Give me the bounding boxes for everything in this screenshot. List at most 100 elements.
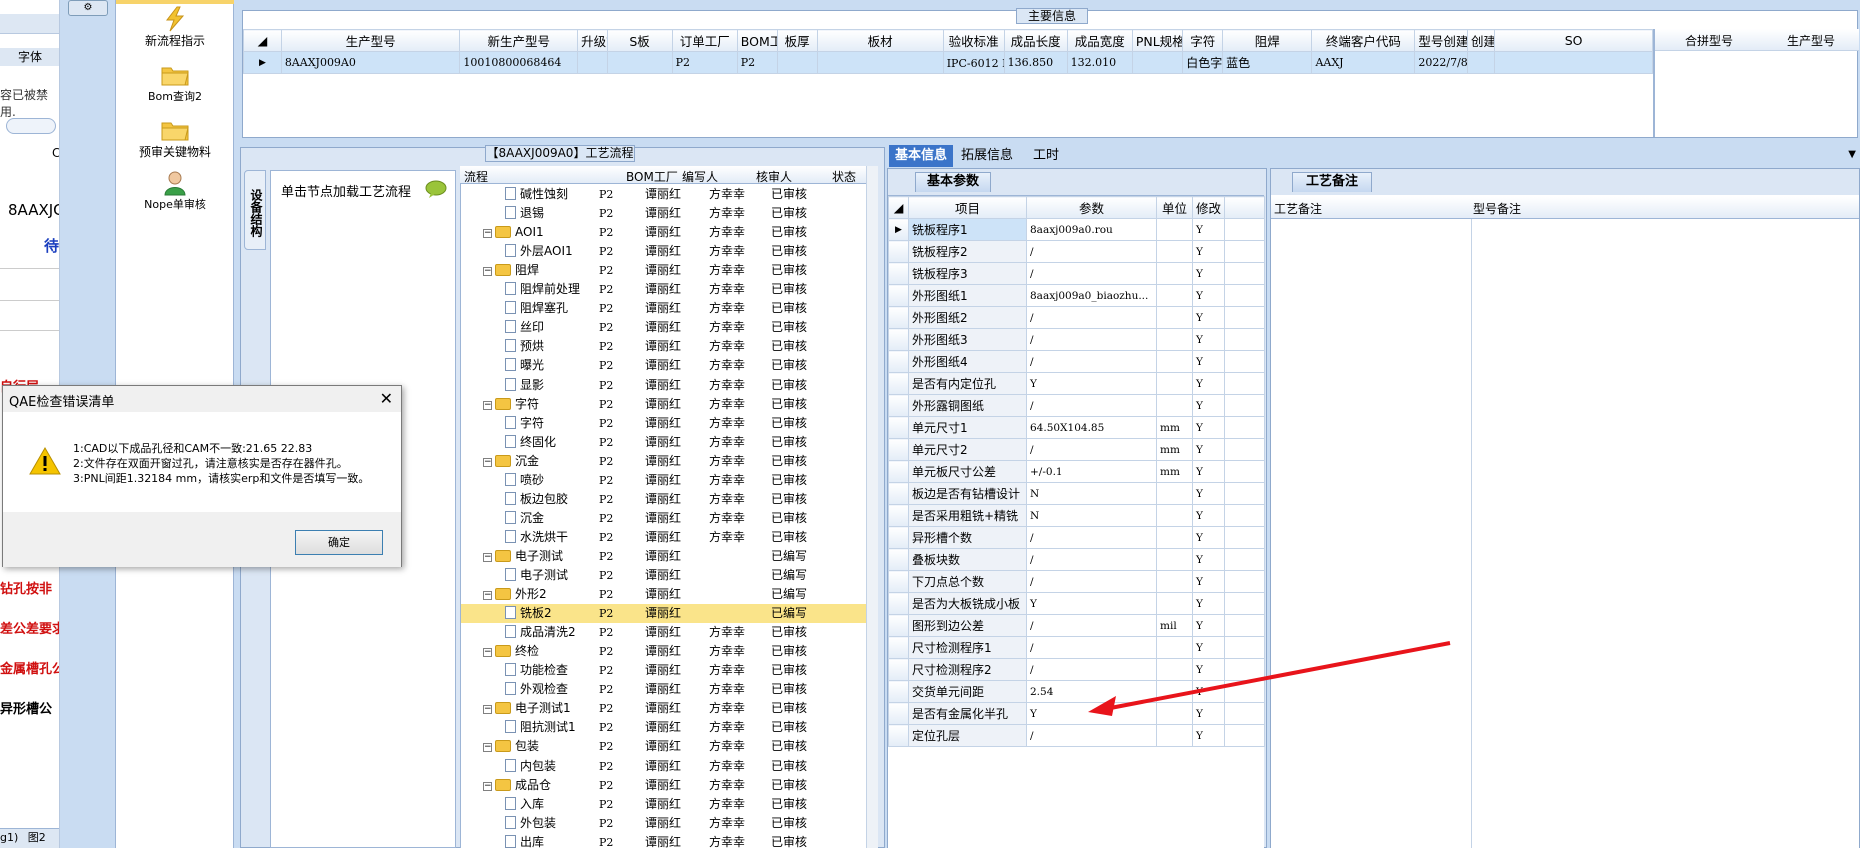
tree-node[interactable]: 阻焊前处理 <box>505 280 580 299</box>
tree-row[interactable]: 字符 P2 谭丽红 方幸幸 已审核 <box>461 414 875 433</box>
cell[interactable]: 外形图纸1 <box>908 284 1027 307</box>
cell[interactable]: Y <box>1192 218 1225 241</box>
col-header[interactable]: 终端客户代码 <box>1311 29 1416 52</box>
cell[interactable]: / <box>1026 548 1157 571</box>
tab-extended-info[interactable]: 拓展信息 <box>955 145 1019 167</box>
collapse-icon[interactable]: − <box>483 552 492 562</box>
col-header[interactable]: 核审人 <box>756 168 792 185</box>
cell[interactable] <box>1156 680 1193 703</box>
table-row[interactable]: 叠板块数 / Y <box>888 548 1265 571</box>
col-header[interactable]: 创建人 <box>1466 29 1496 52</box>
tree-node[interactable]: − 成品仓 <box>483 776 551 795</box>
cell[interactable] <box>1156 262 1193 285</box>
cell[interactable]: 136.850 <box>1003 51 1068 74</box>
cell[interactable]: 是否采用粗铣+精铣 <box>908 504 1027 527</box>
collapse-icon[interactable]: − <box>483 229 492 239</box>
bottom-tabs[interactable]: g1) 图2 <box>0 828 59 848</box>
cell[interactable]: mil <box>1156 614 1193 637</box>
cell[interactable]: / <box>1026 240 1157 263</box>
cell[interactable]: Y <box>1192 526 1225 549</box>
table-row[interactable]: 图形到边公差 / mil Y <box>888 614 1265 637</box>
tree-row[interactable]: 成品清洗2 P2 谭丽红 方幸幸 已审核 <box>461 623 875 642</box>
tree-row[interactable]: 曝光 P2 谭丽红 方幸幸 已审核 <box>461 356 875 375</box>
cell[interactable]: Y <box>1192 350 1225 373</box>
cell[interactable] <box>1156 394 1193 417</box>
tree-node[interactable]: − 沉金 <box>483 452 539 471</box>
table-row[interactable]: 尺寸检测程序1/ Y <box>888 636 1265 659</box>
bottom-tab[interactable]: 图2 <box>28 831 46 844</box>
cell[interactable] <box>1156 350 1193 373</box>
tree-node[interactable]: − AOI1 <box>483 223 544 242</box>
collapse-icon[interactable]: − <box>483 400 492 410</box>
cell[interactable]: +/-0.1 <box>1026 460 1157 483</box>
collapse-icon[interactable]: − <box>483 591 492 601</box>
col-header[interactable]: 流程 <box>464 168 488 185</box>
tab-work-hours[interactable]: 工时 <box>1027 145 1065 167</box>
cell[interactable]: Y <box>1192 570 1225 593</box>
tree-node[interactable]: 电子测试 <box>505 566 568 585</box>
cell[interactable]: Y <box>1192 548 1225 571</box>
cell[interactable]: 交货单元间距 <box>908 680 1027 703</box>
col-header[interactable]: 板厚 <box>776 29 818 52</box>
col-header[interactable]: 状态 <box>832 168 856 185</box>
cell[interactable]: / <box>1026 724 1157 747</box>
cell[interactable] <box>1156 592 1193 615</box>
col-header[interactable]: 成品宽度 <box>1066 29 1133 52</box>
col-header[interactable]: 合拼型号 <box>1685 32 1733 49</box>
cell[interactable]: 铣板程序3 <box>908 262 1027 285</box>
cell[interactable] <box>776 51 818 74</box>
cell[interactable]: Y <box>1192 658 1225 681</box>
cell[interactable]: 是否有金属化半孔 <box>908 702 1027 725</box>
cell[interactable]: 铣板程序1 <box>908 218 1027 241</box>
note-grid[interactable] <box>1271 195 1859 848</box>
tree-row[interactable]: 沉金 P2 谭丽红 方幸幸 已审核 <box>461 509 875 528</box>
cell[interactable]: 2022/7/8 <box>1414 51 1468 74</box>
table-row[interactable]: ▶ 铣板程序1 8aaxj009a0.rou Y <box>888 218 1265 241</box>
tree-node[interactable]: 终固化 <box>505 433 556 452</box>
cell[interactable]: 外形图纸3 <box>908 328 1027 351</box>
col-header[interactable]: 项目 <box>908 196 1027 219</box>
cell[interactable]: 白色字符 <box>1182 51 1224 74</box>
tree-node[interactable]: 板边包胶 <box>505 490 568 509</box>
settings-button[interactable]: ⚙ <box>68 0 108 16</box>
cell[interactable]: / <box>1026 570 1157 593</box>
col-header[interactable]: 型号备注 <box>1473 200 1521 217</box>
col-header[interactable]: SO <box>1494 29 1653 52</box>
vertical-tab-structure[interactable]: 设备结构 <box>244 170 266 250</box>
tree-node[interactable]: 出库 <box>505 833 544 848</box>
collapse-icon[interactable]: − <box>483 743 492 753</box>
table-row[interactable]: 板边是否有钻槽设计 N Y <box>888 482 1265 505</box>
cell[interactable]: / <box>1026 328 1157 351</box>
cell[interactable] <box>1156 526 1193 549</box>
cell[interactable]: Y <box>1026 372 1157 395</box>
cell[interactable]: 尺寸检测程序1 <box>908 636 1027 659</box>
cell[interactable]: 10010800068464 <box>459 51 579 74</box>
tree-row[interactable]: − 电子测试1 P2 谭丽红 方幸幸 已审核 <box>461 699 875 718</box>
tree-row[interactable]: 阻抗测试1 P2 谭丽红 方幸幸 已审核 <box>461 718 875 737</box>
cell[interactable]: 图形到边公差 <box>908 614 1027 637</box>
cell[interactable]: Y <box>1192 372 1225 395</box>
tree-node[interactable]: 丝印 <box>505 318 544 337</box>
tree-node[interactable]: 外包装 <box>505 814 556 833</box>
cell[interactable]: 蓝色 <box>1222 51 1313 74</box>
table-row[interactable]: 尺寸检测程序2/ Y <box>888 658 1265 681</box>
cell[interactable]: Y <box>1026 592 1157 615</box>
tree-row[interactable]: − 终检 P2 谭丽红 方幸幸 已审核 <box>461 642 875 661</box>
tree-row[interactable]: 显影 P2 谭丽红 方幸幸 已审核 <box>461 376 875 395</box>
table-row[interactable]: 单元板尺寸公差 +/-0.1 mm Y <box>888 460 1265 483</box>
tree-row[interactable]: − 电子测试 P2 谭丽红 已编写 <box>461 547 875 566</box>
cell[interactable] <box>1494 51 1653 74</box>
tree-scrollbar[interactable] <box>866 166 878 848</box>
col-header[interactable]: 工艺备注 <box>1274 200 1322 217</box>
table-row[interactable]: 外形露铜图纸 / Y <box>888 394 1265 417</box>
cell[interactable]: N <box>1026 482 1157 505</box>
col-header[interactable]: 板材 <box>816 29 944 52</box>
tree-row[interactable]: 铣板2 P2 谭丽红 已编写 <box>461 604 875 624</box>
tree-row[interactable]: 外层AOI1 P2 谭丽红 方幸幸 已审核 <box>461 242 875 261</box>
cell[interactable]: 是否为大板铣成小板 <box>908 592 1027 615</box>
col-header[interactable]: 成品长度 <box>1003 29 1068 52</box>
cell[interactable]: AAXJ <box>1311 51 1416 74</box>
cell[interactable] <box>1466 51 1496 74</box>
col-header[interactable]: 型号创建时间 <box>1414 29 1468 52</box>
tree-row[interactable]: 内包装 P2 谭丽红 方幸幸 已审核 <box>461 757 875 776</box>
